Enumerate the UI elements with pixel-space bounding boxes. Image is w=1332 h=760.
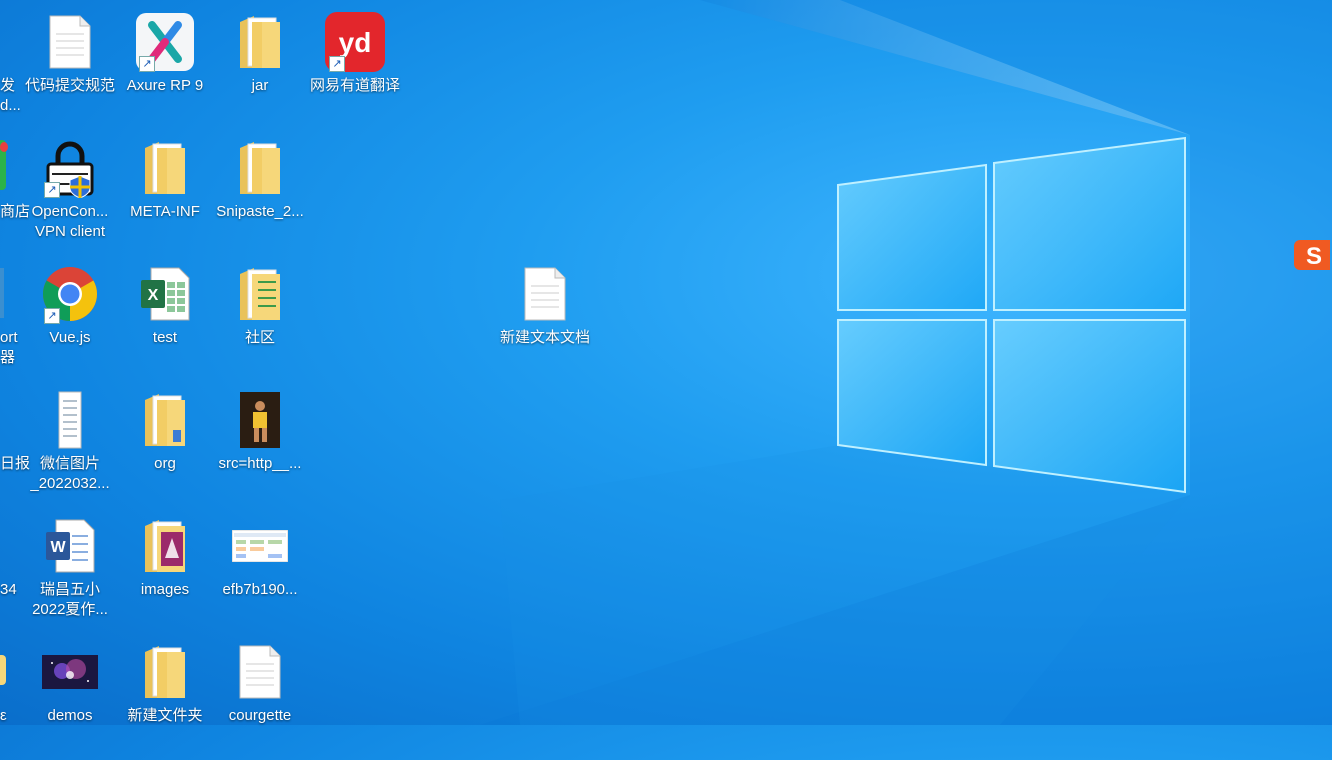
partial-app-icon[interactable]	[0, 268, 4, 318]
partial-label[interactable]: 发	[0, 76, 15, 96]
desktop-icon-axure[interactable]: ↗ Axure RP 9	[118, 10, 212, 130]
folder-icon	[133, 136, 197, 200]
axure-icon: ↗	[133, 10, 197, 74]
icon-label: demos	[47, 707, 93, 724]
chrome-icon: ↗	[38, 262, 102, 326]
partial-folder-icon[interactable]	[0, 655, 6, 685]
desktop-icon-wechat-pic[interactable]: 微信图片 _2022032...	[23, 388, 117, 508]
icon-label: images	[140, 581, 190, 598]
folder-icon	[133, 388, 197, 452]
partial-label[interactable]: ort	[0, 328, 18, 348]
shortcut-arrow-icon: ↗	[329, 56, 345, 72]
svg-text:yd: yd	[339, 27, 372, 58]
shortcut-arrow-icon: ↗	[139, 56, 155, 72]
image-thumbnail-icon	[38, 640, 102, 704]
desktop-icon-openconnect[interactable]: ↗ OpenCon... VPN client	[23, 136, 117, 256]
image-thumbnail-icon	[228, 514, 292, 578]
image-thumbnail-icon	[228, 388, 292, 452]
icon-label: 瑞昌五小 2022夏作...	[32, 581, 108, 618]
folder-icon	[228, 10, 292, 74]
vpn-lock-icon: ↗	[38, 136, 102, 200]
desktop-icon-snipaste[interactable]: Snipaste_2...	[213, 136, 307, 256]
icon-label: OpenCon... VPN client	[31, 203, 109, 240]
partial-label[interactable]: 器	[0, 348, 15, 368]
desktop-icon-demos[interactable]: demos	[23, 640, 117, 760]
icon-label: Axure RP 9	[126, 77, 204, 94]
partial-badge-icon	[0, 142, 8, 152]
text-document-icon	[228, 640, 292, 704]
icon-label: 新建文件夹	[127, 707, 203, 724]
desktop-icon-community[interactable]: 社区	[213, 262, 307, 382]
desktop-icon-test[interactable]: X test	[118, 262, 212, 382]
folder-icon	[133, 640, 197, 704]
word-document-icon: W	[38, 514, 102, 578]
folder-icon	[133, 514, 197, 578]
icon-label: 微信图片 _2022032...	[30, 455, 110, 492]
folder-icon	[228, 262, 292, 326]
sogou-ime-icon[interactable]: S	[1294, 238, 1332, 272]
icon-label: src=http__...	[218, 455, 302, 472]
icon-label: 代码提交规范	[24, 77, 115, 94]
excel-document-icon: X	[133, 262, 197, 326]
desktop-icon-code-rules[interactable]: 代码提交规范	[23, 10, 117, 130]
icon-label: test	[152, 329, 178, 346]
partial-label[interactable]: 34	[0, 580, 17, 600]
desktop-icon-youdao[interactable]: yd ↗ 网易有道翻译	[308, 10, 402, 130]
icon-label: courgette	[228, 707, 292, 724]
partial-label[interactable]: d...	[0, 96, 21, 116]
icon-label: efb7b190...	[222, 581, 298, 598]
icon-label: org	[154, 455, 176, 472]
shortcut-arrow-icon: ↗	[44, 308, 60, 324]
desktop-icon-new-text-doc[interactable]: 新建文本文档	[498, 262, 592, 382]
desktop-icon-courgette[interactable]: courgette	[213, 640, 307, 760]
text-document-icon	[38, 10, 102, 74]
svg-text:S: S	[1306, 243, 1322, 270]
partial-label[interactable]: ε	[0, 706, 7, 726]
desktop-icon-images[interactable]: images	[118, 514, 212, 634]
icon-label: 网易有道翻译	[309, 77, 400, 94]
desktop-icon-meta-inf[interactable]: META-INF	[118, 136, 212, 256]
desktop-icon-vuejs[interactable]: ↗ Vue.js	[23, 262, 117, 382]
icon-label: jar	[251, 77, 269, 94]
icon-label: 社区	[244, 329, 275, 346]
svg-text:X: X	[148, 287, 159, 304]
folder-icon	[228, 136, 292, 200]
desktop-icon-src-http[interactable]: src=http__...	[213, 388, 307, 508]
icon-label: Vue.js	[49, 329, 91, 346]
image-thumbnail-icon	[38, 388, 102, 452]
svg-text:W: W	[50, 539, 66, 556]
shortcut-arrow-icon: ↗	[44, 182, 60, 198]
desktop-icon-new-folder[interactable]: 新建文件夹	[118, 640, 212, 760]
icon-label: 新建文本文档	[499, 329, 590, 346]
text-document-icon	[513, 262, 577, 326]
desktop-icon-ruichang[interactable]: W 瑞昌五小 2022夏作...	[23, 514, 117, 634]
icon-label: META-INF	[130, 203, 200, 220]
desktop-icon-efb7[interactable]: efb7b190...	[213, 514, 307, 634]
icon-label: Snipaste_2...	[216, 203, 304, 220]
desktop-icon-org[interactable]: org	[118, 388, 212, 508]
youdao-translate-icon: yd ↗	[323, 10, 387, 74]
desktop-icon-jar[interactable]: jar	[213, 10, 307, 130]
